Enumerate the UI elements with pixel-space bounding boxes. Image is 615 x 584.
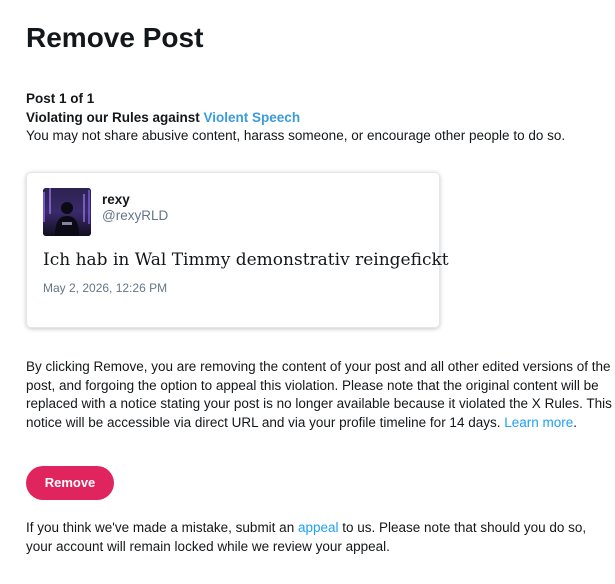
post-counter: Post 1 of 1 [26,91,95,106]
violent-speech-rule-link[interactable]: Violent Speech [204,110,301,125]
user-avatar-photo-icon [43,188,91,236]
removal-notice: By clicking Remove, you are removing the… [26,358,612,432]
page-title: Remove Post [26,22,204,53]
appeal-notice: If you think we've made a mistake, submi… [26,519,612,556]
rule-description: You may not share abusive content, haras… [26,128,566,143]
appeal-notice-prefix: If you think we've made a mistake, submi… [26,520,298,535]
user-avatar [43,188,91,236]
post-author-handle: @rexyRLD [102,208,169,223]
post-text: Ich hab in Wal Timmy demonstrativ reinge… [43,250,449,270]
post-author-name: rexy [102,192,130,207]
post-timestamp: May 2, 2026, 12:26 PM [43,281,168,295]
violation-prefix: Violating our Rules against [26,110,204,125]
remove-button[interactable]: Remove [26,466,114,500]
appeal-link[interactable]: appeal [298,520,339,535]
post-card: rexy @rexyRLD Ich hab in Wal Timmy demon… [26,172,449,328]
violation-heading: Violating our Rules against Violent Spee… [26,109,300,126]
removal-notice-suffix: . [573,414,578,430]
learn-more-link[interactable]: Learn more [504,415,573,430]
